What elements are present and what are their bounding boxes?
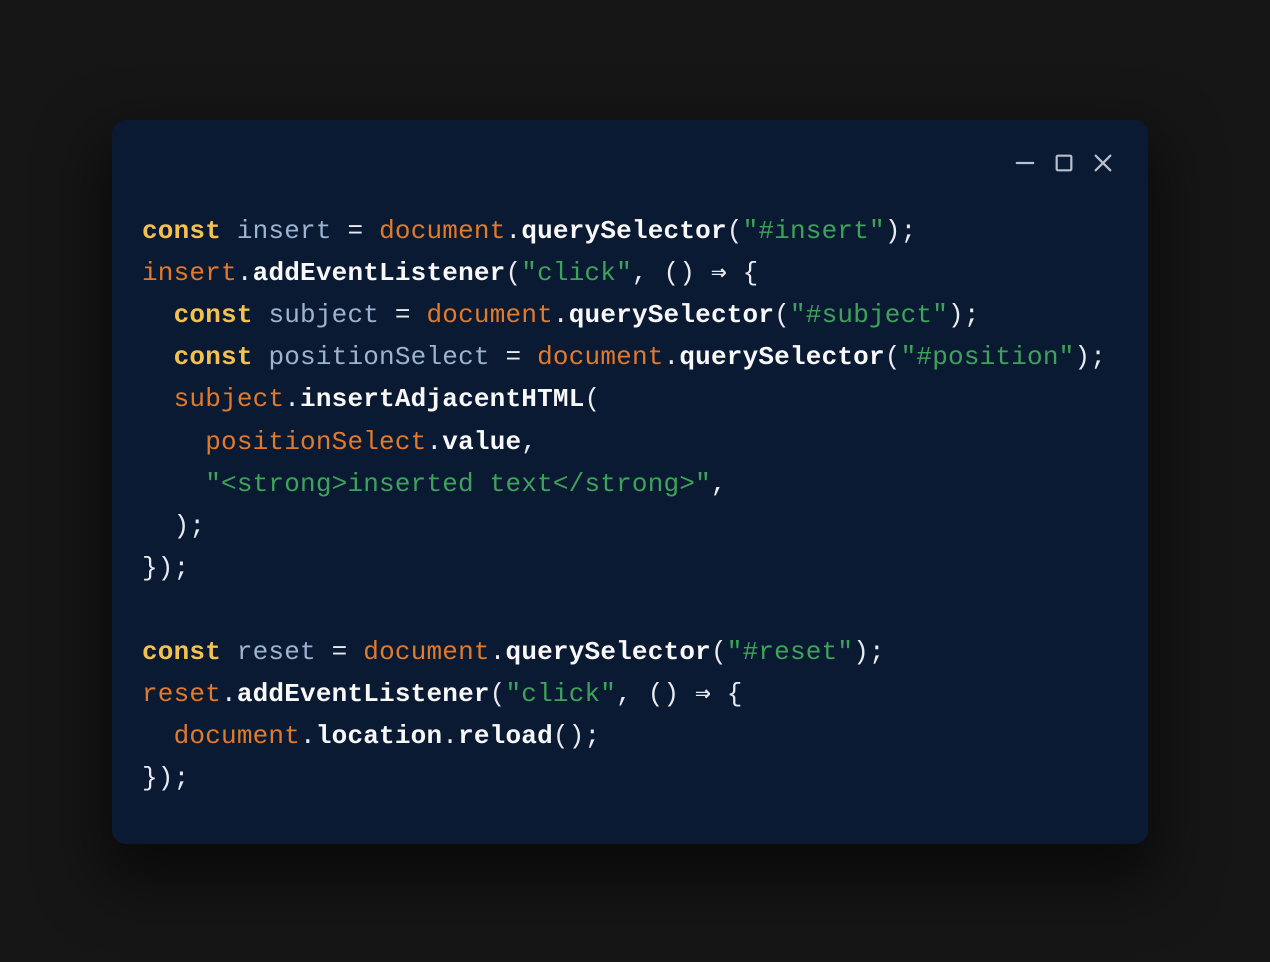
code-block: const insert = document.querySelector("#… — [142, 210, 1118, 800]
tok-paren: () — [664, 258, 696, 288]
tok-obj: positionSelect — [205, 427, 426, 457]
tok-obj: reset — [142, 679, 221, 709]
tok-paren: () — [648, 679, 680, 709]
tok-prop: value — [442, 427, 521, 457]
tok-punct: ( — [774, 300, 790, 330]
tok-punct: , — [616, 679, 648, 709]
tok-str: "#subject" — [790, 300, 948, 330]
tok-fn: insertAdjacentHTML — [300, 384, 584, 414]
tok-indent — [142, 384, 174, 414]
tok-punct: (); — [553, 721, 600, 751]
tok-fn: querySelector — [506, 637, 711, 667]
tok-dot: . — [664, 342, 680, 372]
tok-dot: . — [284, 384, 300, 414]
tok-fn: addEventListener — [237, 679, 490, 709]
tok-kw: const — [174, 342, 253, 372]
tok-str: "click" — [521, 258, 632, 288]
tok-punct: ( — [490, 679, 506, 709]
tok-punct: ( — [505, 258, 521, 288]
tok-var: subject — [268, 300, 379, 330]
tok-op: = — [332, 637, 348, 667]
tok-dot: . — [490, 637, 506, 667]
tok-obj: subject — [174, 384, 285, 414]
tok-arrow: ⇒ — [695, 258, 742, 288]
tok-var: positionSelect — [268, 342, 489, 372]
tok-indent — [142, 469, 205, 499]
window-titlebar — [142, 148, 1118, 178]
tok-fn: reload — [458, 721, 553, 751]
tok-dot: . — [426, 427, 442, 457]
tok-punct: }); — [142, 553, 189, 583]
tok-fn: addEventListener — [253, 258, 506, 288]
tok-op: = — [395, 300, 411, 330]
tok-obj: document — [537, 342, 663, 372]
tok-punct: ); — [1074, 342, 1106, 372]
tok-indent — [142, 511, 174, 541]
tok-dot: . — [237, 258, 253, 288]
tok-punct: ); — [174, 511, 206, 541]
tok-var: reset — [237, 637, 316, 667]
tok-kw: const — [142, 637, 221, 667]
tok-dot: . — [300, 721, 316, 751]
tok-punct: ( — [585, 384, 601, 414]
tok-obj: document — [427, 300, 553, 330]
tok-punct: ( — [711, 637, 727, 667]
tok-op: = — [347, 216, 363, 246]
tok-fn: querySelector — [521, 216, 726, 246]
tok-str: "#reset" — [727, 637, 853, 667]
code-window: const insert = document.querySelector("#… — [112, 120, 1148, 844]
tok-dot: . — [553, 300, 569, 330]
tok-op: = — [506, 342, 522, 372]
window-shadow: const insert = document.querySelector("#… — [112, 120, 1148, 844]
tok-var: insert — [237, 216, 332, 246]
tok-indent — [142, 342, 174, 372]
tok-indent — [142, 427, 205, 457]
tok-dot: . — [506, 216, 522, 246]
tok-obj: document — [379, 216, 505, 246]
tok-prop: location — [316, 721, 442, 751]
tok-str: "<strong>inserted text</strong>" — [205, 469, 711, 499]
tok-punct: , — [521, 427, 537, 457]
tok-str: "#position" — [901, 342, 1075, 372]
tok-punct: ); — [853, 637, 885, 667]
tok-obj: document — [363, 637, 489, 667]
tok-obj: document — [174, 721, 300, 751]
maximize-icon[interactable] — [1053, 152, 1075, 174]
tok-brace: { — [743, 258, 759, 288]
tok-fn: querySelector — [679, 342, 884, 372]
tok-blank — [142, 595, 158, 625]
page-root: const insert = document.querySelector("#… — [0, 0, 1270, 962]
tok-punct: ( — [885, 342, 901, 372]
tok-indent — [142, 300, 174, 330]
tok-punct: }); — [142, 763, 189, 793]
tok-str: "click" — [505, 679, 616, 709]
tok-punct: , — [711, 469, 727, 499]
tok-punct: ); — [948, 300, 980, 330]
tok-punct: ); — [885, 216, 917, 246]
tok-kw: const — [174, 300, 253, 330]
tok-obj: insert — [142, 258, 237, 288]
tok-arrow: ⇒ — [679, 679, 726, 709]
tok-dot: . — [221, 679, 237, 709]
tok-punct: , — [632, 258, 664, 288]
tok-brace: { — [727, 679, 743, 709]
tok-dot: . — [442, 721, 458, 751]
tok-fn: querySelector — [569, 300, 774, 330]
tok-kw: const — [142, 216, 221, 246]
minimize-icon[interactable] — [1014, 152, 1036, 174]
close-icon[interactable] — [1092, 152, 1114, 174]
tok-str: "#insert" — [743, 216, 885, 246]
tok-indent — [142, 721, 174, 751]
tok-punct: ( — [727, 216, 743, 246]
